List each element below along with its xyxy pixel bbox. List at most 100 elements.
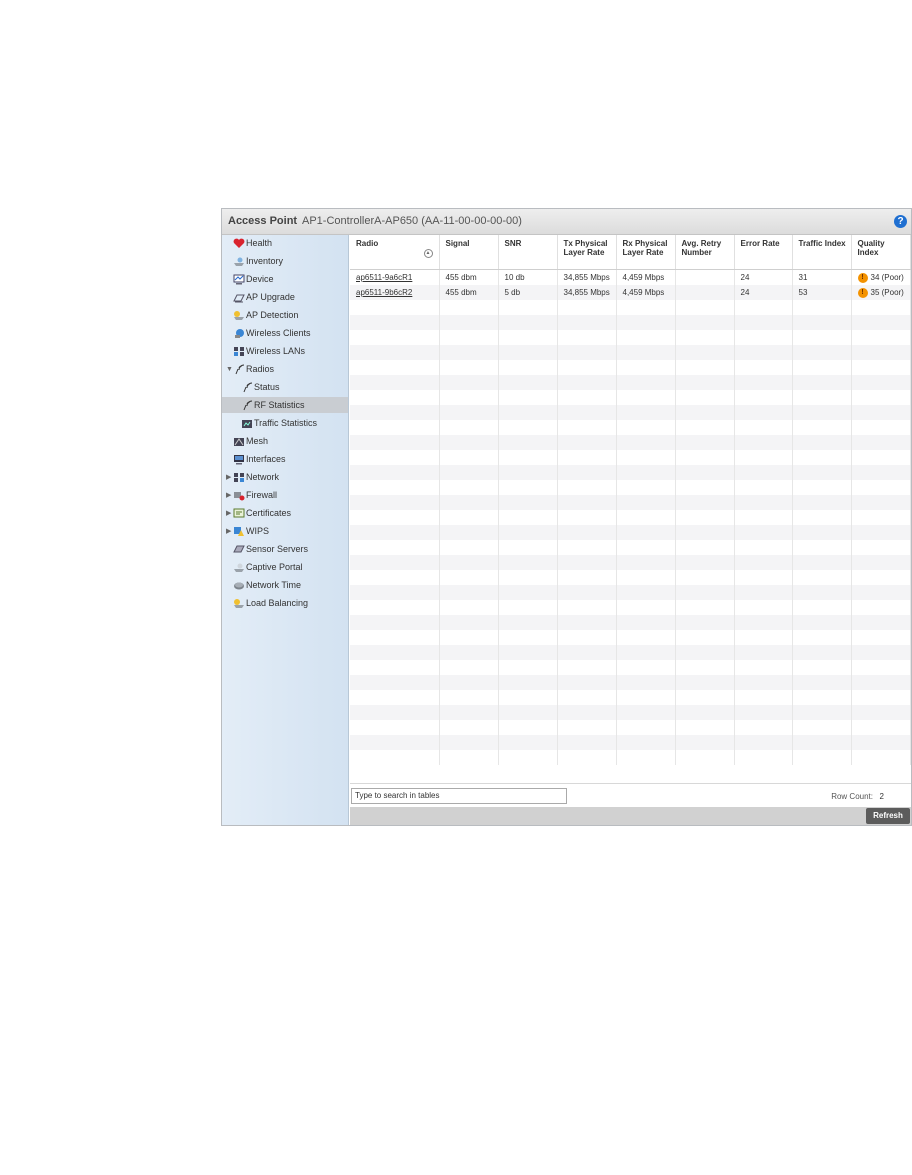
empty-cell <box>350 675 440 690</box>
empty-cell <box>350 750 440 765</box>
sidebar-item-ap-detection[interactable]: AP Detection <box>233 307 298 323</box>
empty-cell <box>675 705 735 720</box>
sidebar-item-label: AP Upgrade <box>246 292 295 302</box>
empty-cell <box>851 720 911 735</box>
empty-cell <box>350 420 440 435</box>
empty-cell <box>557 600 617 615</box>
column-header-radio[interactable]: Radio ▲ <box>350 235 440 270</box>
expand-arrow-icon[interactable]: ▶ <box>226 470 233 486</box>
empty-cell <box>792 390 852 405</box>
empty-cell <box>734 390 793 405</box>
empty-cell <box>557 480 617 495</box>
empty-cell <box>851 345 911 360</box>
empty-cell <box>350 735 440 750</box>
empty-cell <box>792 450 852 465</box>
column-header-rx-rate[interactable]: Rx Physical Layer Rate <box>616 235 676 270</box>
column-header-error-rate[interactable]: Error Rate <box>734 235 793 270</box>
empty-cell <box>350 480 440 495</box>
sidebar-item-health[interactable]: Health <box>233 235 272 251</box>
empty-cell <box>498 630 558 645</box>
radio-cell[interactable]: ap6511-9a6cR1 <box>350 269 440 285</box>
sidebar-item-ap-upgrade[interactable]: AP Upgrade <box>233 289 295 305</box>
column-header-traffic-index[interactable]: Traffic Index <box>792 235 852 270</box>
column-header-avg-retry[interactable]: Avg. Retry Number <box>675 235 735 270</box>
empty-cell <box>675 510 735 525</box>
collapse-arrow-icon[interactable]: ▼ <box>226 362 233 378</box>
empty-cell <box>439 495 499 510</box>
sidebar-item-label: RF Statistics <box>254 400 305 410</box>
wlan-icon <box>233 346 245 357</box>
empty-cell <box>675 405 735 420</box>
sidebar-item-label: Network Time <box>246 580 302 590</box>
column-header-quality-index[interactable]: Quality Index <box>851 235 911 270</box>
table-row[interactable]: ap6511-9b6cR2 455 dbm 5 db 34,855 Mbps 4… <box>350 285 911 300</box>
sidebar-item-radios[interactable]: ▼ Radios <box>226 361 274 377</box>
radio-link[interactable]: ap6511-9a6cR1 <box>356 273 412 282</box>
radio-cell[interactable]: ap6511-9b6cR2 <box>350 285 440 300</box>
avg-retry-cell <box>675 269 735 285</box>
sidebar-item-inventory[interactable]: Inventory <box>233 253 283 269</box>
empty-cell <box>557 705 617 720</box>
empty-cell <box>792 435 852 450</box>
sidebar-item-network-time[interactable]: Network Time <box>233 577 301 593</box>
empty-cell <box>734 375 793 390</box>
expand-arrow-icon[interactable]: ▶ <box>226 506 233 522</box>
empty-cell <box>734 450 793 465</box>
sidebar-item-label: Sensor Servers <box>246 544 309 554</box>
refresh-button[interactable]: Refresh <box>866 808 910 824</box>
sidebar-item-rf-statistics[interactable]: RF Statistics <box>222 397 348 413</box>
table-search-input[interactable]: Type to search in tables <box>351 788 567 804</box>
empty-cell <box>734 690 793 705</box>
column-header-signal[interactable]: Signal <box>439 235 499 270</box>
empty-cell <box>734 630 793 645</box>
clients-icon <box>233 328 245 339</box>
quality-index-cell: ! 35 (Poor) <box>851 285 911 300</box>
sidebar-item-sensor-servers[interactable]: Sensor Servers <box>233 541 308 557</box>
sidebar-item-wips[interactable]: ▶ WIPS <box>226 523 269 539</box>
empty-cell <box>675 570 735 585</box>
empty-cell <box>675 315 735 330</box>
sidebar-item-captive-portal[interactable]: Captive Portal <box>233 559 303 575</box>
expand-arrow-icon[interactable]: ▶ <box>226 524 233 540</box>
empty-cell <box>675 435 735 450</box>
sidebar-item-status[interactable]: Status <box>241 379 280 395</box>
empty-cell <box>498 345 558 360</box>
empty-cell <box>439 660 499 675</box>
empty-cell <box>616 600 676 615</box>
expand-arrow-icon[interactable]: ▶ <box>226 488 233 504</box>
radio-link[interactable]: ap6511-9b6cR2 <box>356 288 412 297</box>
empty-cell <box>557 585 617 600</box>
sidebar-item-firewall[interactable]: ▶ Firewall <box>226 487 277 503</box>
sidebar-item-wireless-lans[interactable]: Wireless LANs <box>233 343 305 359</box>
empty-cell <box>851 480 911 495</box>
empty-cell <box>557 495 617 510</box>
column-header-tx-rate[interactable]: Tx Physical Layer Rate <box>557 235 617 270</box>
sidebar-item-certificates[interactable]: ▶ Certificates <box>226 505 291 521</box>
sidebar-item-traffic-statistics[interactable]: Traffic Statistics <box>241 415 317 431</box>
empty-cell <box>851 375 911 390</box>
empty-cell <box>616 675 676 690</box>
empty-cell <box>557 465 617 480</box>
empty-cell <box>557 360 617 375</box>
sidebar-item-interfaces[interactable]: Interfaces <box>233 451 286 467</box>
empty-table-row <box>350 495 911 510</box>
empty-cell <box>851 405 911 420</box>
empty-cell <box>439 585 499 600</box>
sidebar-item-network[interactable]: ▶ Network <box>226 469 279 485</box>
sidebar-item-mesh[interactable]: Mesh <box>233 433 268 449</box>
empty-cell <box>616 690 676 705</box>
empty-cell <box>498 615 558 630</box>
column-header-snr[interactable]: SNR <box>498 235 558 270</box>
sidebar-item-wireless-clients[interactable]: Wireless Clients <box>233 325 311 341</box>
sort-icon[interactable]: ▲ <box>423 249 433 258</box>
sidebar-item-load-balancing[interactable]: Load Balancing <box>233 595 308 611</box>
rx-rate-cell: 4,459 Mbps <box>616 285 676 300</box>
table-row[interactable]: ap6511-9a6cR1 455 dbm 10 db 34,855 Mbps … <box>350 269 911 285</box>
help-icon[interactable]: ? <box>894 215 907 228</box>
sidebar-item-device[interactable]: Device <box>233 271 274 287</box>
empty-cell <box>851 315 911 330</box>
empty-cell <box>734 480 793 495</box>
empty-cell <box>616 555 676 570</box>
empty-cell <box>792 645 852 660</box>
sidebar-item-label: Load Balancing <box>246 598 309 608</box>
